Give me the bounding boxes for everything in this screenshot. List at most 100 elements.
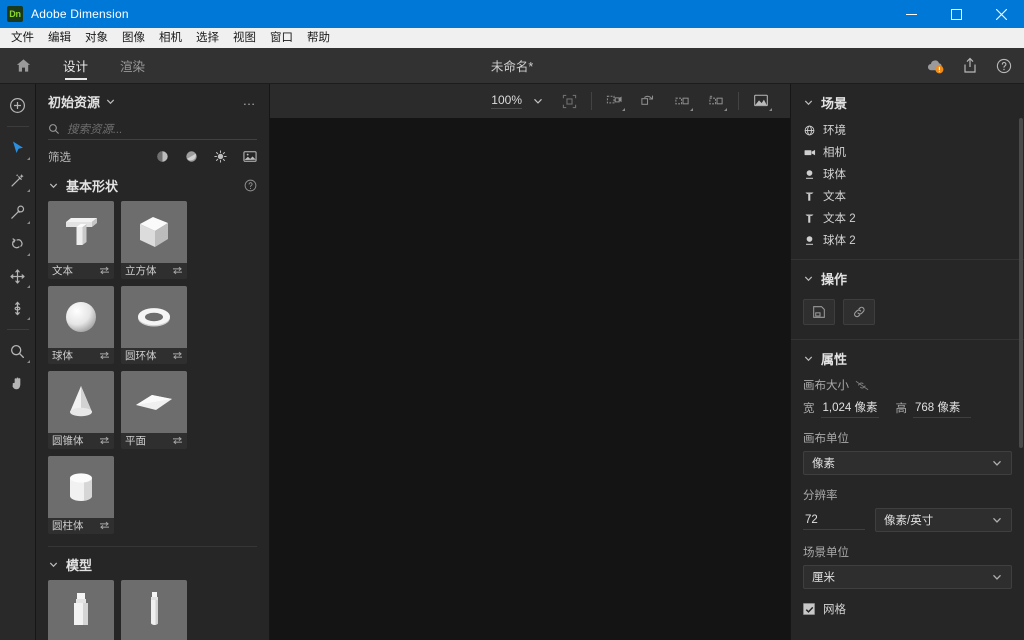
zoom-control[interactable]: 100% [483,93,552,109]
tab-design[interactable]: 设计 [47,48,104,84]
swap-icon[interactable] [172,351,183,360]
orbit-tool[interactable] [3,229,33,259]
swap-icon[interactable] [99,266,110,275]
menu-item-help[interactable]: 帮助 [300,28,337,48]
help-icon[interactable] [994,56,1014,76]
canvas-size-action[interactable] [803,299,835,325]
asset-card-cone[interactable]: 圆锥体 [48,371,114,449]
scene-item-environment[interactable]: 环境 [791,119,1024,141]
canvas-width-value[interactable]: 1,024 像素 [821,398,880,418]
menu-item-object[interactable]: 对象 [78,28,115,48]
pan-tool[interactable] [3,368,33,398]
grid-checkbox[interactable] [803,603,815,615]
header-tabs: 设计 渲染 [0,48,161,84]
move-tool[interactable] [3,261,33,291]
square-bottle-thumb [48,580,114,640]
assets-scroll-area[interactable]: 基本形状 [36,168,269,640]
canvas-height-value[interactable]: 768 像素 [913,398,971,418]
scene-item-sphere[interactable]: 球体 [791,163,1024,185]
scene-item-text-2[interactable]: 文本 2 [791,207,1024,229]
cloud-sync-warning-icon[interactable] [926,56,946,76]
menu-item-select[interactable]: 选择 [189,28,226,48]
chevron-down-icon[interactable] [532,95,544,107]
scale-tool[interactable] [3,293,33,323]
section-header-scene[interactable]: 场景 [791,84,1024,119]
grid-checkbox-row[interactable]: 网格 [803,601,1012,617]
menu-item-view[interactable]: 视图 [226,28,263,48]
zoom-tool[interactable] [3,336,33,366]
canvas-3d-viewport[interactable] [270,118,790,640]
right-panel-scrollbar[interactable] [1019,118,1023,448]
menu-item-file[interactable]: 文件 [4,28,41,48]
swap-icon[interactable] [99,436,110,445]
maximize-button[interactable] [934,0,979,28]
object-flip-icon[interactable] [667,88,697,114]
filter-model-icon[interactable] [156,150,169,163]
select-tool[interactable] [3,133,33,163]
menu-item-window[interactable]: 窗口 [263,28,300,48]
asset-card-round-bottle[interactable]: 圆瓶 [121,580,187,640]
asset-card-torus[interactable]: 圆环体 [121,286,187,364]
resolution-value[interactable]: 72 [803,511,865,530]
asset-card-sphere[interactable]: 球体 [48,286,114,364]
section-header-models[interactable]: 模型 [36,547,269,580]
asset-card-cylinder[interactable]: 圆柱体 [48,456,114,534]
render-preview-icon[interactable] [746,88,776,114]
section-header-properties[interactable]: 属性 [791,340,1024,375]
canvas-width-field[interactable]: 宽 1,024 像素 [803,398,879,418]
section-header-basic-shapes[interactable]: 基本形状 [36,168,269,201]
swap-icon[interactable] [172,436,183,445]
align-object-to-camera-icon[interactable] [599,88,629,114]
resolution-row: 72 像素/英寸 [803,508,1012,532]
menu-item-edit[interactable]: 编辑 [41,28,78,48]
assets-more-button[interactable]: … [243,96,258,106]
tool-rail [0,84,36,640]
object-magic-icon[interactable] [701,88,731,114]
scene-list: 环境 相机 球体 文本 [791,119,1024,259]
share-export-icon[interactable] [960,56,980,76]
search-input[interactable]: 搜索资源... [48,118,257,140]
section-header-actions[interactable]: 操作 [791,260,1024,295]
asset-card-cube[interactable]: 立方体 [121,201,187,279]
fit-canvas-icon[interactable] [554,88,584,114]
scene-item-text[interactable]: 文本 [791,185,1024,207]
link-action[interactable] [843,299,875,325]
object-rotate-icon[interactable] [633,88,663,114]
scene-unit-select[interactable]: 厘米 [803,565,1012,589]
swap-icon[interactable] [172,266,183,275]
add-object-tool[interactable] [3,90,33,120]
tab-render[interactable]: 渲染 [104,48,161,84]
swap-icon[interactable] [99,351,110,360]
asset-card-square-bottle[interactable]: 方瓶 [48,580,114,640]
resolution-unit-select[interactable]: 像素/英寸 [875,508,1012,532]
link-broken-icon[interactable] [855,380,869,391]
asset-card-text[interactable]: 文本 [48,201,114,279]
canvas-unit-select[interactable]: 像素 [803,451,1012,475]
app-window: Dn Adobe Dimension 文件 编辑 对象 图像 相机 选择 视图 … [0,0,1024,640]
filter-light-icon[interactable] [214,150,227,163]
close-button[interactable] [979,0,1024,28]
menu-item-camera[interactable]: 相机 [152,28,189,48]
asset-label-text: 圆柱体 [52,518,84,533]
magic-wand-tool[interactable] [3,165,33,195]
assets-header: 初始资源 … [36,84,269,118]
scene-panel-title: 场景 [821,93,847,112]
assets-panel: 初始资源 … 搜索资源... 筛选 [36,84,270,640]
sampler-tool[interactable] [3,197,33,227]
minimize-button[interactable] [889,0,934,28]
asset-card-plane[interactable]: 平面 [121,371,187,449]
filter-image-icon[interactable] [243,150,257,163]
tool-flyout-indicator [27,189,30,192]
swap-icon[interactable] [99,521,110,530]
home-button[interactable] [0,48,47,84]
canvas-height-field[interactable]: 高 768 像素 [895,398,971,418]
filter-material-icon[interactable] [185,150,198,163]
scene-item-camera[interactable]: 相机 [791,141,1024,163]
canvas-width-key: 宽 [803,400,815,416]
tool-flyout-indicator [27,285,30,288]
help-icon[interactable] [244,179,257,192]
scene-item-sphere-2[interactable]: 球体 2 [791,229,1024,251]
menu-item-image[interactable]: 图像 [115,28,152,48]
chevron-down-icon[interactable] [105,96,116,107]
zoom-level-value[interactable]: 100% [491,93,522,109]
